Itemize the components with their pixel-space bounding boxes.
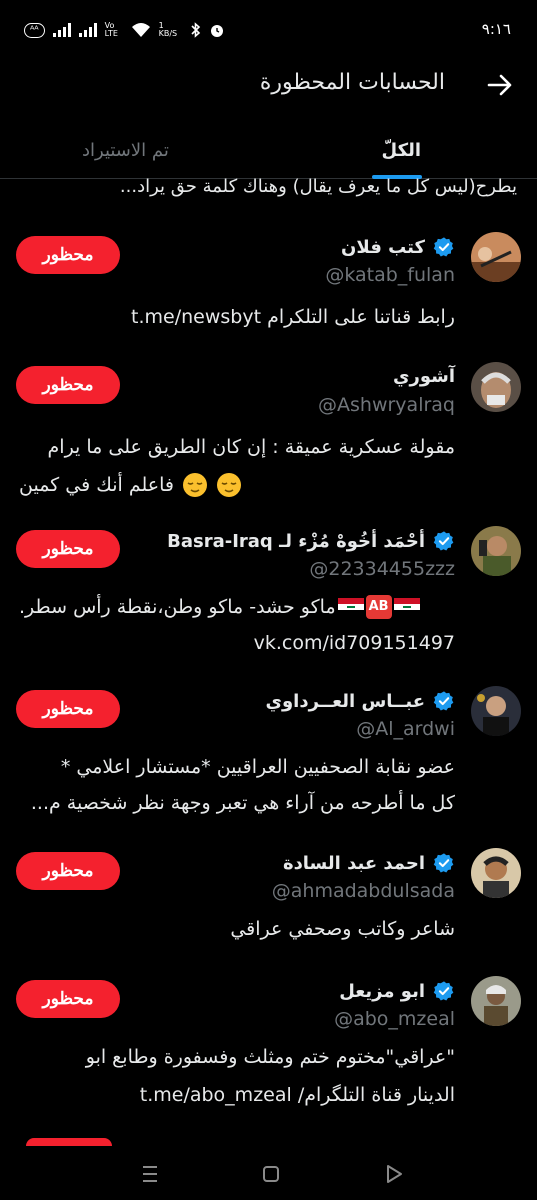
status-time: ٩:١٦ [481,20,511,38]
account-bio-line-2: الدينار قناة التلگرام/ t.me/abo_mzeal [139,1084,455,1106]
home-icon[interactable] [259,1162,283,1186]
blocked-button[interactable]: محظور [16,236,120,274]
arrow-right-icon[interactable] [485,70,515,100]
clipped-bio-text: يطرح(ليس كل ما يعرف يقال) وهناك كلمة حق … [119,176,517,197]
account-bio-text: ماكو حشد- ماكو وطن،نقطة رأس سطر. [19,596,336,618]
account-bio-line-2: كل ما أطرحه من آراء هي تعبر وجهة نظر شخص… [30,792,455,814]
verified-badge-icon [433,853,454,873]
tab-all[interactable]: الكلّ [382,140,421,161]
account-handle: @Ashwryalraq [318,394,455,416]
app-header: الحسابات المحظورة [0,62,537,112]
verified-badge-icon [433,981,454,1001]
wifi-icon [131,23,150,37]
account-name[interactable]: كتب فلان [341,237,425,258]
recents-icon[interactable] [138,1162,162,1186]
account-handle: @katab_fulan [325,264,455,286]
iraq-flag-icon [393,598,420,616]
account-name[interactable]: ابو مزيعل [339,981,425,1002]
clipped-bio: يطرح(ليس كل ما يعرف يقال) وهناك كلمة حق … [17,172,517,204]
relieved-face-icon [183,473,207,497]
speed-label: 1 KB/S [158,21,178,38]
account-bio: مقولة عسكرية عميقة : إن كان الطريق على م… [47,436,455,458]
account-handle: @22334455zzz [309,558,455,580]
system-nav-bar [0,1148,537,1200]
avatar[interactable] [471,848,521,898]
blocked-button[interactable]: محظور [16,366,120,404]
avatar[interactable] [471,232,521,282]
tab-imported[interactable]: تم الاستيراد [82,140,169,161]
account-bio: شاعر وكاتب وصحفي عراقي [230,918,455,940]
alarm-icon [210,25,223,37]
blocked-button-peek[interactable] [26,1138,112,1146]
account-bio-line-2: vk.com/id709151497 [253,632,455,654]
account-handle: @Al_ardwi [356,718,455,740]
account-name[interactable]: عبــاس العــرداوي [266,691,426,712]
account-bio: "عراقي"مختوم ختم ومثلث وفسفورة وطابع ابو [85,1046,455,1068]
avatar[interactable] [471,686,521,736]
blocked-button[interactable]: محظور [16,852,120,890]
signal-icon-2 [78,23,97,37]
account-name[interactable]: احمد عبد السادة [283,853,425,874]
page-title: الحسابات المحظورة [259,70,445,95]
blocked-button[interactable]: محظور [16,980,120,1018]
account-name[interactable]: أحْمَد أخُوهْ مُزْء لـ Basra-Iraq [167,531,425,552]
volte-label: Vo LTE [104,21,118,38]
account-bio: رابط قناتنا على التلكرام t.me/newsbyt [131,306,455,328]
account-bio: AB ماكو حشد- ماكو وطن،نقطة رأس سطر. [19,588,455,626]
bluetooth-icon [191,22,200,38]
account-handle: @ahmadabdulsada [271,880,455,902]
signal-icon-1 [52,23,71,37]
avatar[interactable] [471,362,521,412]
account-bio-line-2: فاعلم أنك في كمين [19,466,455,504]
relieved-face-icon [217,473,241,497]
ab-blood-type-icon: AB [365,595,392,619]
iraq-flag-icon [337,598,364,616]
verified-badge-icon [433,691,454,711]
blocked-button[interactable]: محظور [16,690,120,728]
account-name[interactable]: آشوري [393,366,455,387]
blocked-button[interactable]: محظور [16,530,120,568]
account-bio: عضو نقابة الصحفيين العراقيين *مستشار اعل… [60,756,455,778]
account-handle: @abo_mzeal [334,1008,455,1030]
avatar[interactable] [471,976,521,1026]
avatar[interactable] [471,526,521,576]
status-bar: ᴬᴬ Vo LTE 1 KB/S ٩:١٦ [0,0,537,62]
network-pill: ᴬᴬ [24,22,45,38]
account-bio-text: فاعلم أنك في كمين [19,474,174,496]
verified-badge-icon [433,531,454,551]
verified-badge-icon [433,237,454,257]
back-triangle-icon[interactable] [382,1162,406,1186]
